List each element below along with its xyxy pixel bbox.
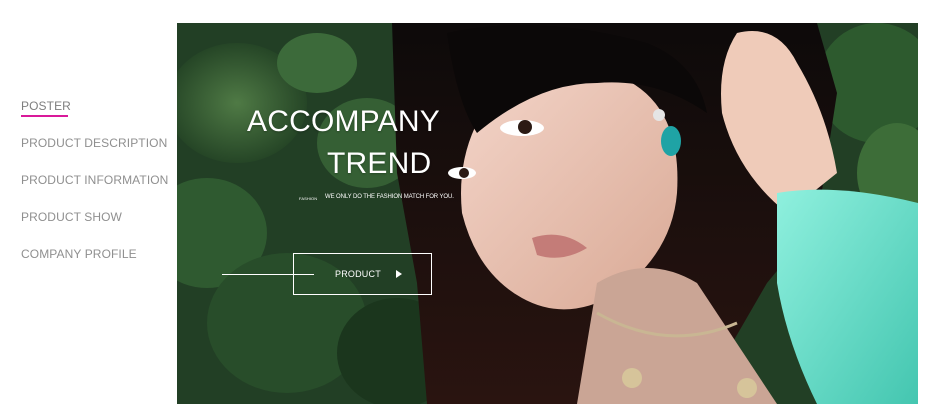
hero-tag: FASHION (299, 196, 318, 201)
nav-item-label: POSTER (21, 99, 71, 113)
nav-item-label: PRODUCT INFORMATION (21, 173, 169, 187)
hero-title-line1: ACCOMPANY (247, 105, 440, 138)
page: POSTER PRODUCT DESCRIPTION PRODUCT INFOR… (0, 0, 950, 420)
hero-title-line2: TREND (327, 147, 432, 180)
hero-banner: ACCOMPANY TREND FASHION WE ONLY DO THE F… (177, 23, 918, 404)
nav-item-product-description[interactable]: PRODUCT DESCRIPTION (21, 135, 171, 172)
nav-item-poster[interactable]: POSTER (21, 98, 171, 135)
nav-item-product-information[interactable]: PRODUCT INFORMATION (21, 172, 171, 209)
side-navigation: POSTER PRODUCT DESCRIPTION PRODUCT INFOR… (21, 98, 171, 283)
nav-item-label: COMPANY PROFILE (21, 247, 137, 261)
play-icon (396, 270, 402, 278)
nav-item-label: PRODUCT DESCRIPTION (21, 136, 168, 150)
hero-subtitle: WE ONLY DO THE FASHION MATCH FOR YOU. (325, 194, 454, 200)
nav-item-product-show[interactable]: PRODUCT SHOW (21, 209, 171, 246)
hero-title: ACCOMPANY TREND (247, 101, 447, 185)
hero-photo (177, 23, 918, 404)
nav-item-company-profile[interactable]: COMPANY PROFILE (21, 246, 171, 283)
product-button-label: PRODUCT (335, 269, 381, 279)
active-underline (21, 115, 68, 117)
nav-item-label: PRODUCT SHOW (21, 210, 122, 224)
product-button[interactable]: PRODUCT (293, 253, 432, 295)
